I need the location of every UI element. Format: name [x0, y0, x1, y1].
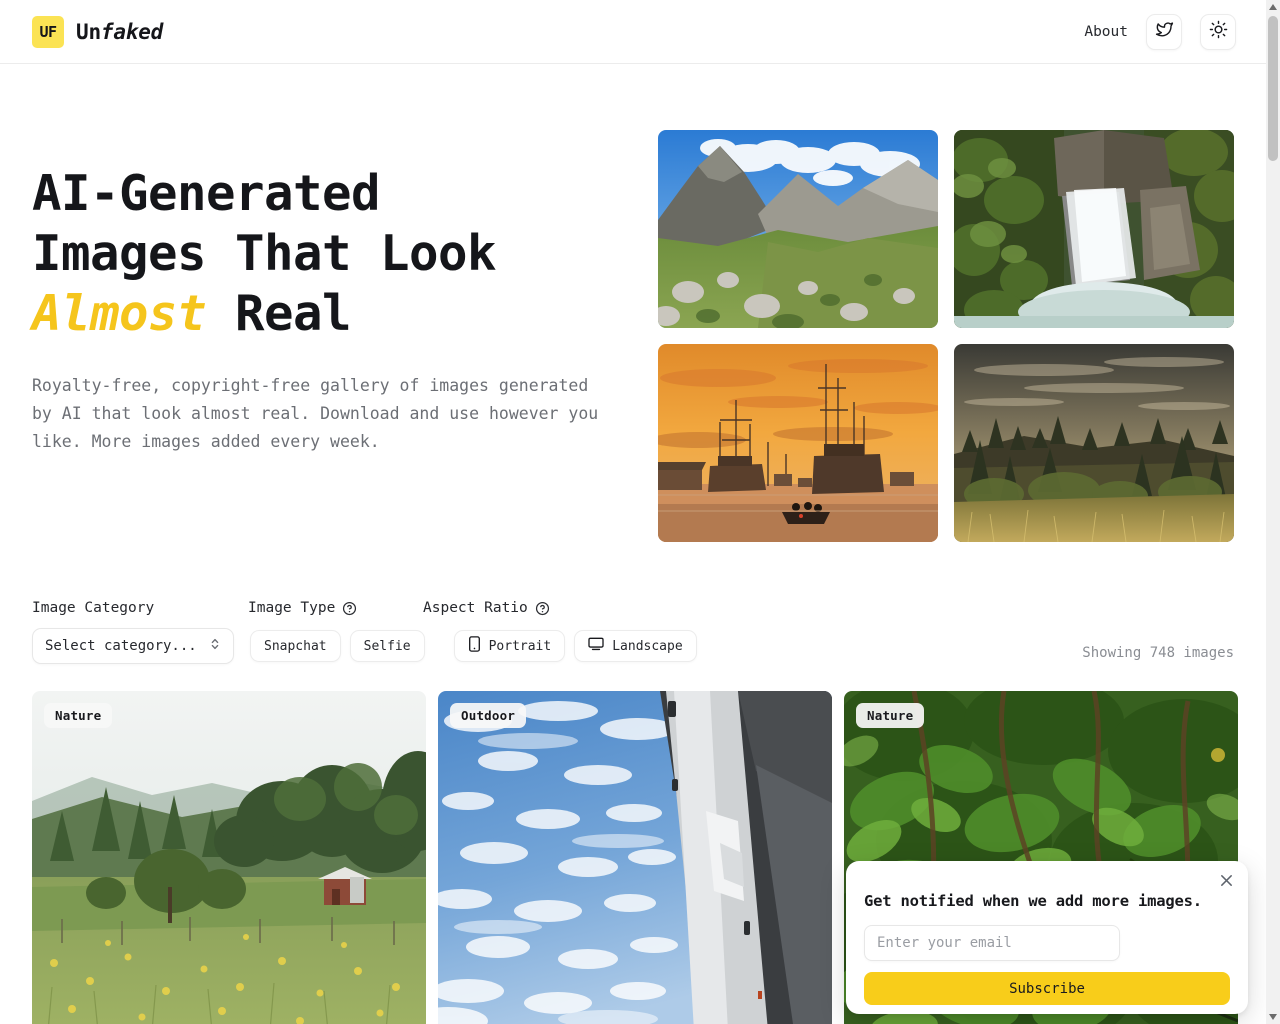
filter-chip-selfie-label: Selfie: [363, 638, 411, 654]
filter-chip-snapchat[interactable]: Snapchat: [250, 630, 341, 662]
scroll-down-arrow-icon[interactable]: [1266, 1010, 1280, 1024]
hero-section: AI-Generated Images That Look Almost Rea…: [0, 64, 1266, 542]
hero-image-sunset-harbor[interactable]: [658, 344, 938, 542]
filter-labels-row: Image Category Image Type Aspect Ratio: [32, 600, 1234, 616]
brand-suffix: faked: [100, 19, 164, 44]
page-scrollbar[interactable]: [1266, 0, 1280, 1024]
gallery-card[interactable]: Nature: [32, 691, 426, 1024]
scrollbar-thumb[interactable]: [1268, 16, 1278, 161]
hero-image-mountain-valley[interactable]: [658, 130, 938, 328]
chevron-updown-icon: [209, 637, 221, 655]
headline-accent-word: Almost: [32, 285, 207, 342]
filter-chip-portrait[interactable]: Portrait: [453, 630, 566, 662]
brand-logo[interactable]: UF Unfaked: [32, 15, 163, 48]
newsletter-popup: Get notified when we add more images. Su…: [846, 861, 1248, 1014]
filter-chip-portrait-label: Portrait: [488, 638, 552, 654]
filter-controls-row: Select category... Snapchat Selfie Portr…: [32, 628, 1234, 664]
close-x-icon[interactable]: [1216, 870, 1236, 890]
category-select[interactable]: Select category...: [32, 628, 234, 664]
filter-bar: Image Category Image Type Aspect Ratio S…: [32, 600, 1234, 664]
headline-tail: Real: [206, 285, 352, 342]
scroll-up-arrow-icon[interactable]: [1266, 0, 1280, 14]
gallery-card-badge: Outdoor: [450, 703, 527, 728]
category-select-value: Select category...: [45, 638, 197, 654]
hero-image-grid: [658, 128, 1234, 542]
page-title: AI-Generated Images That Look Almost Rea…: [32, 164, 613, 344]
gallery-card-badge: Nature: [856, 703, 925, 728]
gallery-card-badge: Nature: [44, 703, 113, 728]
monitor-icon: [588, 637, 604, 655]
nav-link-about[interactable]: About: [1084, 24, 1128, 40]
label-image-type-text: Image Type: [248, 600, 336, 616]
aspect-ratio-options: Portrait Landscape: [453, 630, 697, 662]
hero-subhead: Royalty-free, copyright-free gallery of …: [32, 376, 599, 451]
help-circle-icon[interactable]: [342, 601, 357, 616]
label-aspect-ratio: Aspect Ratio: [423, 600, 550, 616]
hero-image-waterfall[interactable]: [954, 130, 1234, 328]
phone-icon: [468, 636, 481, 656]
image-type-options: Snapchat Selfie: [250, 630, 425, 662]
sun-icon: [1209, 20, 1228, 43]
gallery-card[interactable]: Outdoor: [438, 691, 832, 1024]
filter-chip-landscape[interactable]: Landscape: [574, 630, 697, 662]
headline-line-1: AI-Generated: [32, 165, 381, 222]
hero-image-forest-meadow-dusk[interactable]: [954, 344, 1234, 542]
email-input[interactable]: [864, 925, 1120, 961]
brand-name: Unfaked: [76, 20, 163, 44]
label-image-category-text: Image Category: [32, 600, 155, 616]
newsletter-title: Get notified when we add more images.: [864, 892, 1202, 910]
help-circle-icon[interactable]: [535, 601, 550, 616]
twitter-bird-icon: [1155, 20, 1174, 43]
headline-line-2: Images That Look: [32, 225, 497, 282]
label-image-type: Image Type: [248, 600, 423, 616]
filter-chip-snapchat-label: Snapchat: [264, 638, 327, 654]
results-count: Showing 748 images: [1082, 645, 1234, 661]
label-aspect-ratio-text: Aspect Ratio: [423, 600, 528, 616]
subscribe-button[interactable]: Subscribe: [864, 972, 1230, 1005]
header-actions: About: [1084, 13, 1236, 50]
filter-chip-selfie[interactable]: Selfie: [349, 630, 425, 662]
brand-prefix: Un: [76, 19, 101, 44]
logo-mark: UF: [32, 15, 64, 48]
label-image-category: Image Category: [32, 600, 248, 616]
filter-chip-landscape-label: Landscape: [612, 638, 683, 654]
site-header: UF Unfaked About: [0, 0, 1266, 64]
hero-copy: AI-Generated Images That Look Almost Rea…: [32, 128, 613, 542]
page-root: UF Unfaked About AI-Generated Images Tha…: [0, 0, 1280, 1024]
theme-toggle-button[interactable]: [1200, 13, 1236, 50]
twitter-button[interactable]: [1146, 13, 1182, 50]
